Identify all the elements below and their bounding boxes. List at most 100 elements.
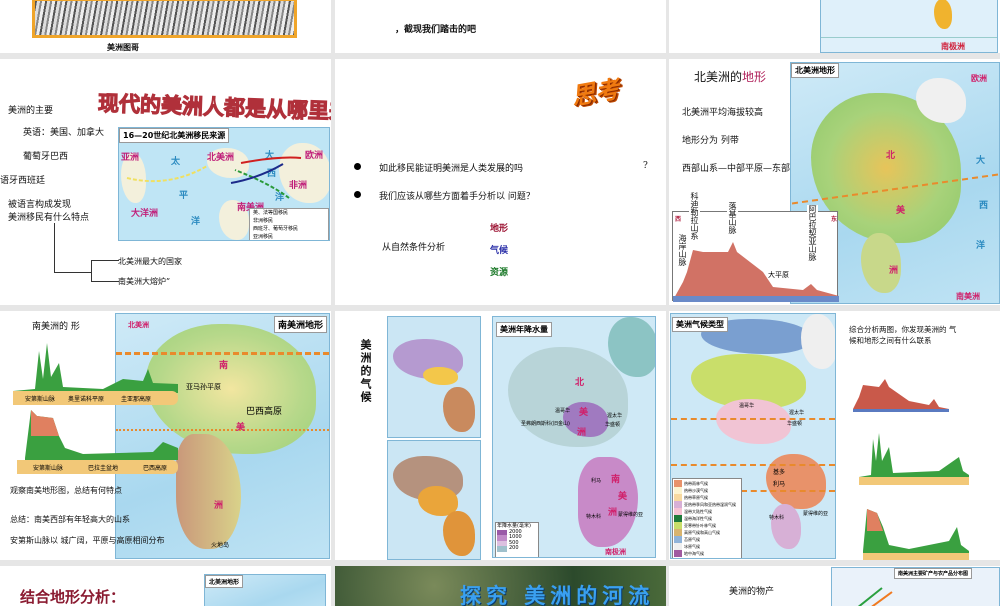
map-title: 北美洲地形: [791, 63, 839, 78]
image-caption: 美洲图哥: [107, 42, 139, 52]
branch-text: 北美洲最大的国家: [118, 257, 182, 266]
americas-map: 南极洲: [820, 0, 998, 53]
temperature-map-july: [387, 440, 481, 560]
map-label: 欧洲: [971, 74, 987, 83]
city-label: 蒙得维的亚: [803, 511, 829, 517]
text-line: 美洲移民有什么特点: [8, 213, 90, 223]
slide-thumbnail-10[interactable]: 结合地形分析： 北美洲地形: [0, 566, 331, 606]
slide-thumbnail-8[interactable]: 美洲的气候 美洲年降水量 北 美 洲 南 美 洲 南极洲 温哥华 圣弗朗西斯科(…: [335, 311, 666, 560]
legend-item: 温带海洋性气候: [674, 515, 740, 522]
city-label: 温哥华: [555, 408, 571, 414]
north-america-map-thumbnail: 北美洲地形: [204, 574, 326, 606]
slide-title: 北美洲的地形: [694, 68, 766, 85]
city-label: 圣弗朗西斯科(旧金山): [521, 421, 570, 427]
vertical-title: 美洲的气候: [359, 339, 372, 404]
terrain-profile-1: 安第斯山脉 奥里诺科平原 圭亚那高原: [3, 339, 178, 405]
legend-item: 地中海气候: [674, 550, 740, 557]
city-label: 利马: [591, 478, 602, 484]
slide-thumbnail-2[interactable]: ，截现我们踏击的吧: [335, 0, 666, 53]
slide-thumbnail-6[interactable]: 北美洲的地形 北美洲平均海拔较高 地形分为 列带 西部山系—中部平原—东部低缓高…: [669, 59, 1000, 305]
factor-terrain: 地形: [490, 224, 509, 234]
slide-thumbnail-5[interactable]: 思考 如此移民能证明美洲是人类发展的吗 ? 我们应该从哪些方面着手分析以 问题？…: [335, 59, 666, 305]
map-title: 美洲年降水量: [496, 322, 552, 337]
slide-thumbnail-11[interactable]: 探究 美洲的河流: [335, 566, 666, 606]
branch-text: 南美洲大熔炉”: [118, 277, 171, 286]
slide-thumbnail-9[interactable]: 美洲气候类型 热带雨林气候 热带沙漠气候 热带草原气候 亚热带季风和亚热带湿润气…: [669, 311, 1000, 560]
title-highlight: 地形: [742, 70, 767, 84]
question-text: 综合分析两图，你发现美洲的 气候和地形之间有什么联系: [849, 325, 957, 345]
slide-title: 探究 美洲的河流: [460, 584, 655, 606]
latitude-line: [741, 490, 835, 492]
legend-item: 温带大陆性气候: [674, 508, 740, 515]
legend-item: 苔原气候: [674, 536, 740, 543]
precipitation-map: 美洲年降水量 北 美 洲 南 美 洲 南极洲 温哥华 圣弗朗西斯科(旧金山) 渥…: [492, 316, 656, 558]
continent-label: 洲: [577, 428, 587, 438]
text-line: 美洲的主要: [8, 106, 54, 116]
south-america-landmass: [578, 457, 638, 547]
map-title: 美洲气候类型: [672, 317, 728, 332]
title-prefix: 北美洲的: [694, 70, 743, 84]
migration-map: 16—20世纪北美洲移民来源 亚洲 北美洲 欧洲 非洲 南美洲 大洋洲 太 平 …: [118, 127, 330, 241]
precip-legend: 年降水量(毫米) 2000 1000 500 200: [495, 522, 539, 557]
city-label: 利马: [773, 481, 786, 488]
map-label: 美: [896, 206, 906, 216]
bracket-line: [54, 223, 92, 273]
profile-thumbnail-south-america-2: [863, 509, 969, 560]
legend-item: 亚寒带针叶林气候: [674, 522, 740, 529]
map-label: 洲: [214, 501, 224, 511]
legend-item: 非洲移民: [253, 218, 274, 224]
legend-item: 热带雨林气候: [674, 480, 740, 487]
text-line: 安第斯山脉以 城广阔，平原与高原相间分布: [10, 536, 165, 545]
legend-item: 高原气候和高山气候: [674, 529, 740, 536]
text-line: 英语：美国、加拿大: [23, 128, 105, 138]
slide-thumbnail-7[interactable]: 南美洲地形 北美洲 南 美 洲 巴西高原 亚马孙平原 火地岛 南美洲的 形 安第…: [0, 311, 331, 560]
bullet-text: 如此移民能证明美洲是人类发展的吗: [379, 164, 524, 174]
city-label: 华盛顿: [605, 422, 621, 428]
city-label: 渥太华: [607, 413, 623, 419]
landmass: [443, 387, 475, 432]
map-label: 洲: [889, 266, 899, 276]
map-label: 南美洲: [956, 292, 980, 301]
profile-label: 奥里诺科平原: [68, 396, 105, 403]
map-arrows: [857, 587, 893, 606]
greenland: [801, 314, 835, 369]
climate-types-map: 美洲气候类型 热带雨林气候 热带沙漠气候 热带草原气候 亚热带季风和亚热带湿润气…: [670, 313, 836, 559]
slide-text: ，截现我们踏击的吧: [395, 25, 477, 35]
legend-item: 西班牙、葡萄牙移民: [253, 226, 299, 232]
profile-label-vertical: 科迪勒拉山系: [689, 192, 700, 240]
slide-thumbnail-1[interactable]: 美洲图哥: [0, 0, 331, 53]
continent-label: 美: [618, 492, 628, 502]
bullet-suffix: ?: [643, 161, 648, 171]
slide-thumbnail-12[interactable]: 美洲的物产 南美洲主要矿产与农产品分布图: [669, 566, 1000, 606]
city-label: 华盛顿: [787, 421, 803, 427]
temperature-map-january: [387, 316, 481, 438]
profile-dir-east: 东: [831, 216, 838, 223]
slide-thumbnail-3[interactable]: 南极洲: [669, 0, 1000, 53]
continent-label: 南: [611, 475, 621, 485]
city-label: 渥太华: [789, 410, 805, 416]
factor-climate: 气候: [490, 246, 509, 256]
slide-thumbnail-4[interactable]: 现代的美洲人都是从哪里来的 美洲的主要 英语：美国、加拿大 葡萄牙巴西 语牙西班…: [0, 59, 331, 305]
slide-title: 南美洲的 形: [32, 322, 80, 332]
bracket-line: [91, 260, 119, 282]
continent-label: 北: [575, 378, 585, 388]
text-line: 观察南美地形图，总结有何特点: [10, 486, 122, 495]
factor-resources: 资源: [490, 268, 509, 278]
profile-label-vertical: 海岸山脉: [678, 234, 687, 266]
map-label: 西: [979, 201, 989, 211]
map-label: 洋: [976, 241, 986, 251]
landmass: [423, 367, 458, 385]
profile-thumbnail-south-america-1: [859, 433, 969, 485]
profile-label: 大平原: [768, 271, 789, 279]
climate-legend: 热带雨林气候 热带沙漠气候 热带草原气候 亚热带季风和亚热带湿润气候 温带大陆性…: [672, 478, 742, 558]
text-line: 北美洲平均海拔较高: [682, 108, 764, 118]
resources-map-thumbnail: 南美洲主要矿产与农产品分布图: [831, 567, 1000, 606]
map-label: 南: [219, 361, 229, 371]
map-label: 亚马孙平原: [186, 383, 221, 391]
slide-title-wordart: 现代的美洲人都是从哪里来的: [97, 90, 331, 126]
map-title: 南美洲主要矿产与农产品分布图: [894, 568, 973, 579]
text-line: 地形分为 列带: [682, 136, 739, 146]
profile-label: 圭亚那高原: [121, 396, 152, 403]
slide-title: 美洲的物产: [729, 587, 775, 597]
legend-item: 热带草原气候: [674, 494, 740, 501]
